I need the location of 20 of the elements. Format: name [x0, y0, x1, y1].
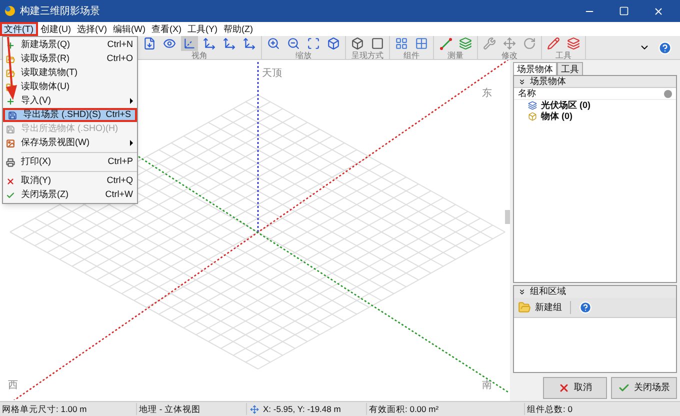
toolbar-group-label: 视角 [192, 51, 208, 61]
status-text: 组件总数: 0 [524, 402, 680, 416]
section-title: 组和区域 [530, 285, 566, 298]
column-header: 名称 [518, 86, 536, 100]
toolbar-group-label: 修改 [502, 51, 518, 61]
axis-label: 西 [8, 379, 18, 393]
axis-label: 东 [482, 86, 492, 101]
status-text: 网格单元尺寸: 1.00 m [1, 402, 88, 416]
section-title: 场景物体 [530, 74, 566, 88]
axis-label: 南 [482, 378, 492, 393]
status-text: 地理 - 立体视图 [136, 402, 246, 416]
axis-label: 天顶 [262, 67, 282, 81]
toolbar-group-label: 测量 [448, 51, 464, 61]
toolbar-group-label: 工具 [556, 51, 572, 61]
window-title: 构建三维阴影场景 [20, 4, 100, 18]
status-text: X: -5.95, Y: -19.48 m [263, 402, 341, 416]
toolbar-group-label: 呈现方式 [352, 51, 384, 61]
status-text: 有效面积: 0.00 m² [366, 402, 524, 416]
toolbar-group-label: 组件 [404, 51, 420, 61]
toolbar-group-label: 缩放 [296, 51, 312, 61]
